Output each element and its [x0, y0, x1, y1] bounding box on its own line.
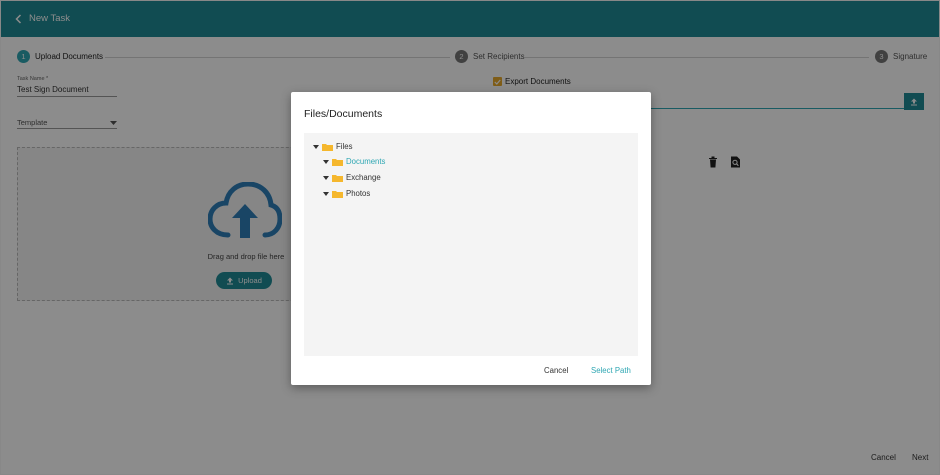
folder-icon: [322, 143, 333, 151]
select-path-button[interactable]: Select Path: [591, 366, 631, 375]
tree-node-photos[interactable]: Photos: [322, 189, 370, 198]
tree-node-label: Exchange: [346, 173, 381, 182]
caret-down-icon[interactable]: [312, 144, 320, 149]
folder-icon: [332, 174, 343, 182]
folder-icon: [332, 190, 343, 198]
tree-node-label: Files: [336, 142, 353, 151]
tree-node-label: Photos: [346, 189, 371, 198]
tree-node-documents[interactable]: Documents: [322, 157, 385, 166]
files-documents-dialog: Files/Documents Files Documents Exchange: [291, 92, 651, 385]
caret-down-icon[interactable]: [322, 175, 330, 180]
app-window: New Task 1 Upload Documents 2 Set Recipi…: [0, 0, 940, 475]
tree-node-label: Documents: [346, 157, 386, 166]
tree-node-exchange[interactable]: Exchange: [322, 173, 381, 182]
folder-icon: [332, 158, 343, 166]
tree-node-files[interactable]: Files: [312, 142, 352, 151]
dialog-cancel-button[interactable]: Cancel: [544, 366, 568, 375]
file-tree: Files Documents Exchange Photos: [304, 133, 638, 356]
caret-down-icon[interactable]: [322, 159, 330, 164]
dialog-title: Files/Documents: [304, 108, 383, 120]
caret-down-icon[interactable]: [322, 191, 330, 196]
